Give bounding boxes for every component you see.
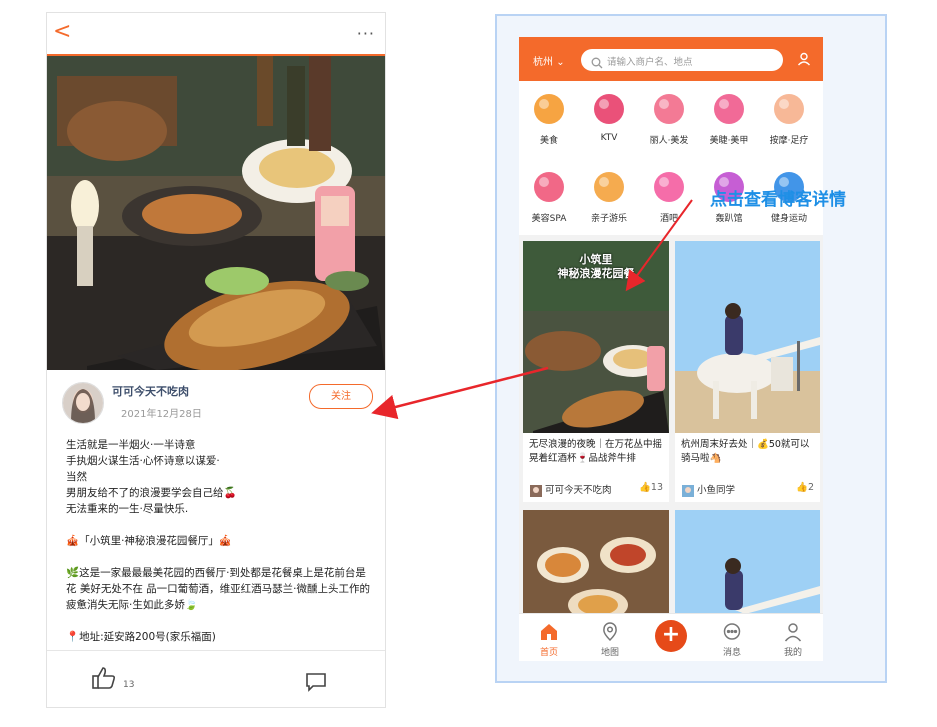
chevron-down-icon: ⌄ — [556, 57, 565, 68]
profile-icon — [783, 622, 803, 642]
post-line: 手执烟火谋生活·心怀诗意以谋爱· — [66, 455, 220, 467]
tab-label: 我的 — [783, 648, 802, 658]
cocktail-icon — [649, 167, 689, 207]
post-line: 生活就是一半烟火·一半诗意 — [66, 439, 196, 451]
category-8[interactable]: 酒吧 — [641, 165, 697, 235]
tab-profile[interactable]: 我的 — [773, 622, 813, 658]
blog-card[interactable]: 杭州周末好去处｜💰50就可以骑马啦🐴 小鱼同学 👍2 — [675, 241, 820, 502]
blog-card-like-count: 13 — [650, 482, 663, 493]
category-label: 美容SPA — [531, 214, 567, 224]
tab-label: 首页 — [539, 648, 558, 658]
tab-label: 地图 — [600, 648, 619, 658]
roast-chicken-icon — [529, 89, 569, 129]
detail-footer: 13 — [47, 650, 385, 708]
blog-card-likes: 👍13 — [639, 482, 663, 493]
author-avatar — [530, 482, 542, 497]
category-label: 美睫·美甲 — [709, 136, 749, 146]
tab-messages[interactable]: 消息 — [712, 622, 752, 658]
hair-icon — [649, 89, 689, 129]
map-pin-icon — [600, 622, 620, 642]
category-label: 亲子游乐 — [590, 214, 627, 224]
blog-card-like-count: 2 — [807, 482, 814, 493]
category-label: 按摩·足疗 — [769, 136, 809, 146]
back-icon[interactable]: < — [53, 19, 71, 45]
category-label: 丽人·美发 — [649, 136, 689, 146]
blog-card[interactable]: 小筑里 神秘浪漫花园餐 无尽浪漫的夜晚｜在万花丛中摇晃着红酒杯🍷品战斧牛排 可可… — [523, 241, 669, 502]
thumbs-up-icon: 👍 — [639, 482, 651, 493]
category-label: 轰趴馆 — [715, 214, 743, 224]
foot-icon — [769, 89, 809, 129]
post-body: 生活就是一半烟火·一半诗意 手执烟火谋生活·心怀诗意以谋爱· 当然 男朋友给不了… — [66, 437, 372, 645]
microphone-icon — [589, 89, 629, 129]
city-label: 杭州 — [533, 57, 553, 68]
bottom-tabbar: 首页 地图 + 消息 我的 — [519, 613, 823, 661]
post-line: 男朋友给不了的浪漫要学会自己给🍒 — [66, 487, 237, 499]
post-line: 🎪「小筑里·神秘浪漫花园餐厅」🎪 — [66, 535, 232, 547]
comment-icon[interactable] — [305, 672, 327, 692]
post-line: 🌿这是一家最最最美花园的西餐厅·到处都是花餐桌上是花前台是花 美好无处不在 品一… — [66, 567, 371, 611]
thumbs-up-icon[interactable] — [91, 665, 117, 691]
home-icon — [539, 622, 559, 642]
like-count: 13 — [123, 680, 135, 690]
family-icon — [589, 167, 629, 207]
category-3[interactable]: 丽人·美发 — [641, 87, 697, 157]
author-avatar — [682, 482, 694, 497]
post-line: 当然 — [66, 471, 87, 483]
blog-card-title: 无尽浪漫的夜晚｜在万花丛中摇晃着红酒杯🍷品战斧牛排 — [529, 439, 663, 464]
blog-card[interactable] — [675, 510, 820, 620]
detail-topbar: < ··· — [47, 13, 385, 56]
thumbs-up-icon: 👍 — [796, 482, 808, 493]
category-5[interactable]: 按摩·足疗 — [761, 87, 817, 157]
home-header: 杭州 ⌄ 请输入商户名、地点 — [519, 37, 823, 81]
author-name[interactable]: 可可今天不吃肉 — [112, 383, 189, 399]
category-6[interactable]: 美容SPA — [521, 165, 577, 235]
tab-home[interactable]: 首页 — [529, 622, 569, 658]
create-post-button[interactable]: + — [655, 620, 687, 652]
blog-feed: 小筑里 神秘浪漫花园餐 无尽浪漫的夜晚｜在万花丛中摇晃着红酒杯🍷品战斧牛排 可可… — [519, 235, 823, 620]
blog-card-author: 可可今天不吃肉 — [545, 485, 612, 496]
blog-card-likes: 👍2 — [796, 482, 814, 493]
user-icon[interactable] — [797, 51, 811, 66]
category-label: KTV — [600, 133, 618, 143]
blog-card-title: 杭州周末好去处｜💰50就可以骑马啦🐴 — [681, 439, 810, 464]
search-bar[interactable]: 请输入商户名、地点 — [581, 49, 783, 71]
face-mask-icon — [529, 167, 569, 207]
blog-card-overlay-text: 小筑里 神秘浪漫花园餐 — [557, 253, 635, 280]
annotation-text: 点击查看博客详情 — [710, 190, 846, 210]
category-label: 美食 — [539, 136, 558, 146]
category-4[interactable]: 美睫·美甲 — [701, 87, 757, 157]
blog-card-cover — [675, 510, 820, 620]
more-options-icon[interactable]: ··· — [357, 24, 375, 43]
blog-card[interactable] — [523, 510, 669, 620]
post-date: 2021年12月28日 — [121, 409, 202, 420]
blog-card-cover — [675, 241, 820, 433]
search-icon — [591, 54, 603, 69]
blog-detail-screen: < ··· 可可今天不吃肉 2021年12月28日 关注 生活就是一半烟火·一半… — [46, 12, 386, 708]
follow-button[interactable]: 关注 — [309, 384, 373, 409]
post-address: 📍地址:延安路200号(家乐福面) — [66, 631, 216, 643]
nail-icon — [709, 89, 749, 129]
chat-icon — [722, 622, 742, 642]
blog-card-cover — [523, 510, 669, 620]
category-2[interactable]: KTV — [581, 87, 637, 157]
blog-cover-photo — [47, 56, 385, 370]
category-7[interactable]: 亲子游乐 — [581, 165, 637, 235]
category-label: 健身运动 — [770, 214, 807, 224]
city-selector[interactable]: 杭州 ⌄ — [533, 53, 565, 68]
category-label: 酒吧 — [659, 214, 678, 224]
tab-map[interactable]: 地图 — [590, 622, 630, 658]
category-1[interactable]: 美食 — [521, 87, 577, 157]
blog-card-author: 小鱼同学 — [697, 485, 736, 496]
search-placeholder: 请输入商户名、地点 — [607, 57, 693, 68]
tab-label: 消息 — [722, 648, 741, 658]
author-avatar[interactable] — [62, 382, 104, 424]
post-line: 无法重来的一生·尽量快乐. — [66, 503, 189, 515]
home-screen: 杭州 ⌄ 请输入商户名、地点 小筑里 神秘浪漫花园餐 无尽浪漫的夜晚｜在万花丛中… — [519, 37, 823, 661]
